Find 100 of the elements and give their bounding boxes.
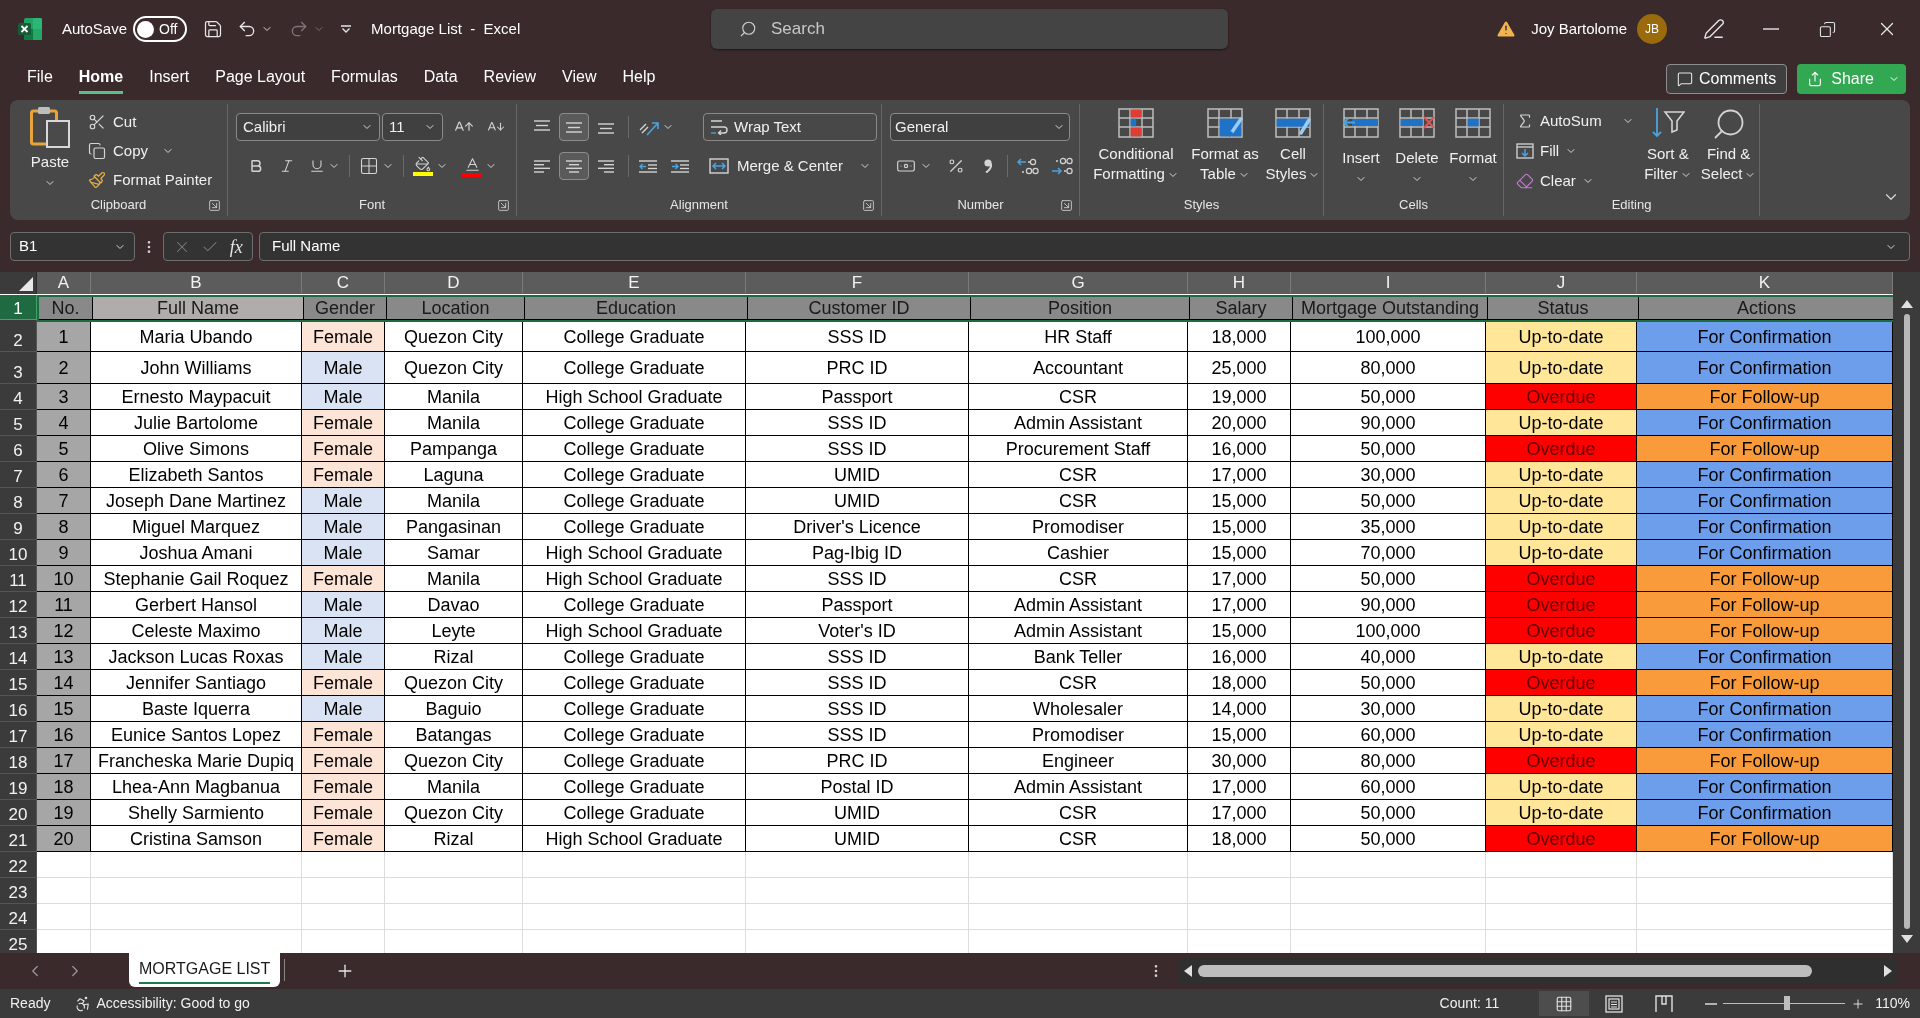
cells-button[interactable]: Insert <box>1334 108 1388 185</box>
triangle-down-icon[interactable] <box>1900 935 1913 943</box>
customize-toolbar-button[interactable] <box>341 25 352 33</box>
dialog-launcher-button[interactable] <box>1060 198 1073 212</box>
ribbon-tab[interactable]: View <box>549 61 610 97</box>
row-header[interactable]: 10 <box>0 540 37 566</box>
user-avatar[interactable]: JB <box>1637 14 1667 44</box>
zoom-in-button[interactable] <box>1851 996 1866 1011</box>
row-header[interactable]: 6 <box>0 436 37 462</box>
table-cell: 50,000 <box>1291 826 1486 852</box>
dialog-launcher-button[interactable] <box>497 198 510 212</box>
row-header[interactable]: 20 <box>0 800 37 826</box>
triangle-up-icon[interactable] <box>1900 300 1913 308</box>
row-header[interactable]: 21 <box>0 826 37 852</box>
ribbon-tab[interactable]: Home <box>65 61 137 97</box>
cells-button[interactable]: Delete <box>1390 108 1444 185</box>
save-button[interactable] <box>203 19 224 39</box>
row-header[interactable]: 8 <box>0 488 37 514</box>
table-cell: 30,000 <box>1188 748 1291 774</box>
column-header[interactable]: D <box>385 272 523 293</box>
accessibility-status[interactable]: Accessibility: Good to go <box>96 993 250 1014</box>
zoom-slider-thumb[interactable] <box>1783 996 1790 1010</box>
name-box[interactable]: B1 <box>10 232 135 261</box>
row-header[interactable]: 9 <box>0 514 37 540</box>
copy-button[interactable]: Copy <box>86 136 151 166</box>
ribbon-tab[interactable]: File <box>14 61 66 97</box>
row-header[interactable]: 7 <box>0 462 37 488</box>
row-header[interactable]: 11 <box>0 566 37 592</box>
autosum-button[interactable]: AutoSum <box>1514 106 1638 136</box>
merge-center-button[interactable]: Merge & Center <box>703 152 877 180</box>
vertical-scrollbar[interactable] <box>1893 272 1920 953</box>
table-cell: Passport <box>746 384 969 410</box>
row-header[interactable]: 1 <box>0 295 37 320</box>
paste-button[interactable]: Paste <box>26 106 74 194</box>
restore-button[interactable] <box>1819 20 1836 38</box>
row-header[interactable]: 18 <box>0 748 37 774</box>
ribbon-tab[interactable]: Formulas <box>318 61 411 97</box>
vertical-align-button[interactable] <box>559 113 589 141</box>
clear-button[interactable]: Clear <box>1514 166 1638 196</box>
font-name-field[interactable]: Calibri <box>236 113 380 141</box>
row-header[interactable]: 17 <box>0 722 37 748</box>
ribbon-tab[interactable]: Review <box>470 61 550 97</box>
column-header[interactable]: J <box>1486 272 1637 293</box>
merge-arrows-icon <box>709 158 729 174</box>
row-header[interactable]: 15 <box>0 670 37 696</box>
number-format-field[interactable]: General <box>890 113 1070 141</box>
sort-filter-button[interactable]: Sort & Filter <box>1637 106 1699 196</box>
column-header[interactable]: H <box>1188 272 1291 293</box>
cut-button[interactable]: Cut <box>86 108 215 136</box>
horizontal-align-button[interactable] <box>559 152 589 180</box>
dialog-launcher-button[interactable] <box>862 198 875 212</box>
row-header[interactable]: 23 <box>0 878 37 904</box>
row-header[interactable]: 22 <box>0 852 37 878</box>
row-header[interactable]: 2 <box>0 320 37 352</box>
font-size-field[interactable]: 11 <box>382 113 443 141</box>
row-header[interactable]: 24 <box>0 904 37 930</box>
format-painter-button[interactable]: Format Painter <box>86 166 215 194</box>
formula-field[interactable]: Full Name <box>259 232 1910 261</box>
comments-button[interactable]: Comments <box>1665 64 1788 94</box>
row-header[interactable]: 3 <box>0 352 37 384</box>
ribbon-tab[interactable]: Insert <box>136 61 203 97</box>
column-header[interactable]: C <box>302 272 385 293</box>
find-select-button[interactable]: Find & Select <box>1698 106 1759 196</box>
row-header[interactable]: 25 <box>0 930 37 953</box>
triangle-right-icon[interactable] <box>1884 965 1892 977</box>
undo-button[interactable] <box>237 19 274 39</box>
cells-button[interactable]: Format <box>1446 108 1500 185</box>
column-header[interactable]: G <box>969 272 1188 293</box>
ribbon-tab[interactable]: Data <box>410 61 471 97</box>
row-header[interactable]: 4 <box>0 384 37 410</box>
styles-button[interactable]: Format as Table <box>1186 108 1264 184</box>
insert-function-button[interactable]: fx <box>229 237 243 256</box>
row-header[interactable]: 13 <box>0 618 37 644</box>
scissors-icon <box>88 113 106 131</box>
view-button[interactable] <box>1539 991 1590 1016</box>
column-header[interactable]: I <box>1291 272 1486 293</box>
column-header[interactable]: B <box>91 272 302 293</box>
scrollbar-thumb[interactable] <box>1903 314 1910 929</box>
styles-button[interactable]: Cell Styles <box>1264 108 1322 184</box>
column-header[interactable]: F <box>746 272 969 293</box>
zoom-level[interactable]: 110% <box>1875 993 1910 1014</box>
triangle-left-icon[interactable] <box>1184 965 1192 977</box>
row-header[interactable]: 14 <box>0 644 37 670</box>
row-header[interactable]: 5 <box>0 410 37 436</box>
search-field[interactable]: Search <box>711 9 1228 49</box>
dialog-launcher-button[interactable] <box>208 198 221 212</box>
fill-button[interactable]: Fill <box>1514 136 1638 166</box>
column-header[interactable]: A <box>37 272 91 293</box>
row-header[interactable]: 16 <box>0 696 37 722</box>
row-header[interactable]: 19 <box>0 774 37 800</box>
sheet-tab[interactable]: MORTGAGE LIST <box>129 953 281 987</box>
column-header[interactable]: E <box>523 272 746 293</box>
pen-button[interactable] <box>1703 18 1725 40</box>
autosave-toggle[interactable]: Off <box>133 16 188 42</box>
ribbon-tab[interactable]: Help <box>609 61 669 97</box>
wrap-text-button[interactable]: Wrap Text <box>703 113 877 141</box>
row-header[interactable]: 12 <box>0 592 37 618</box>
ribbon-tab[interactable]: Page Layout <box>202 61 319 97</box>
styles-button[interactable]: Conditional Formatting <box>1086 108 1186 184</box>
select-all-triangle-icon[interactable] <box>19 277 33 291</box>
